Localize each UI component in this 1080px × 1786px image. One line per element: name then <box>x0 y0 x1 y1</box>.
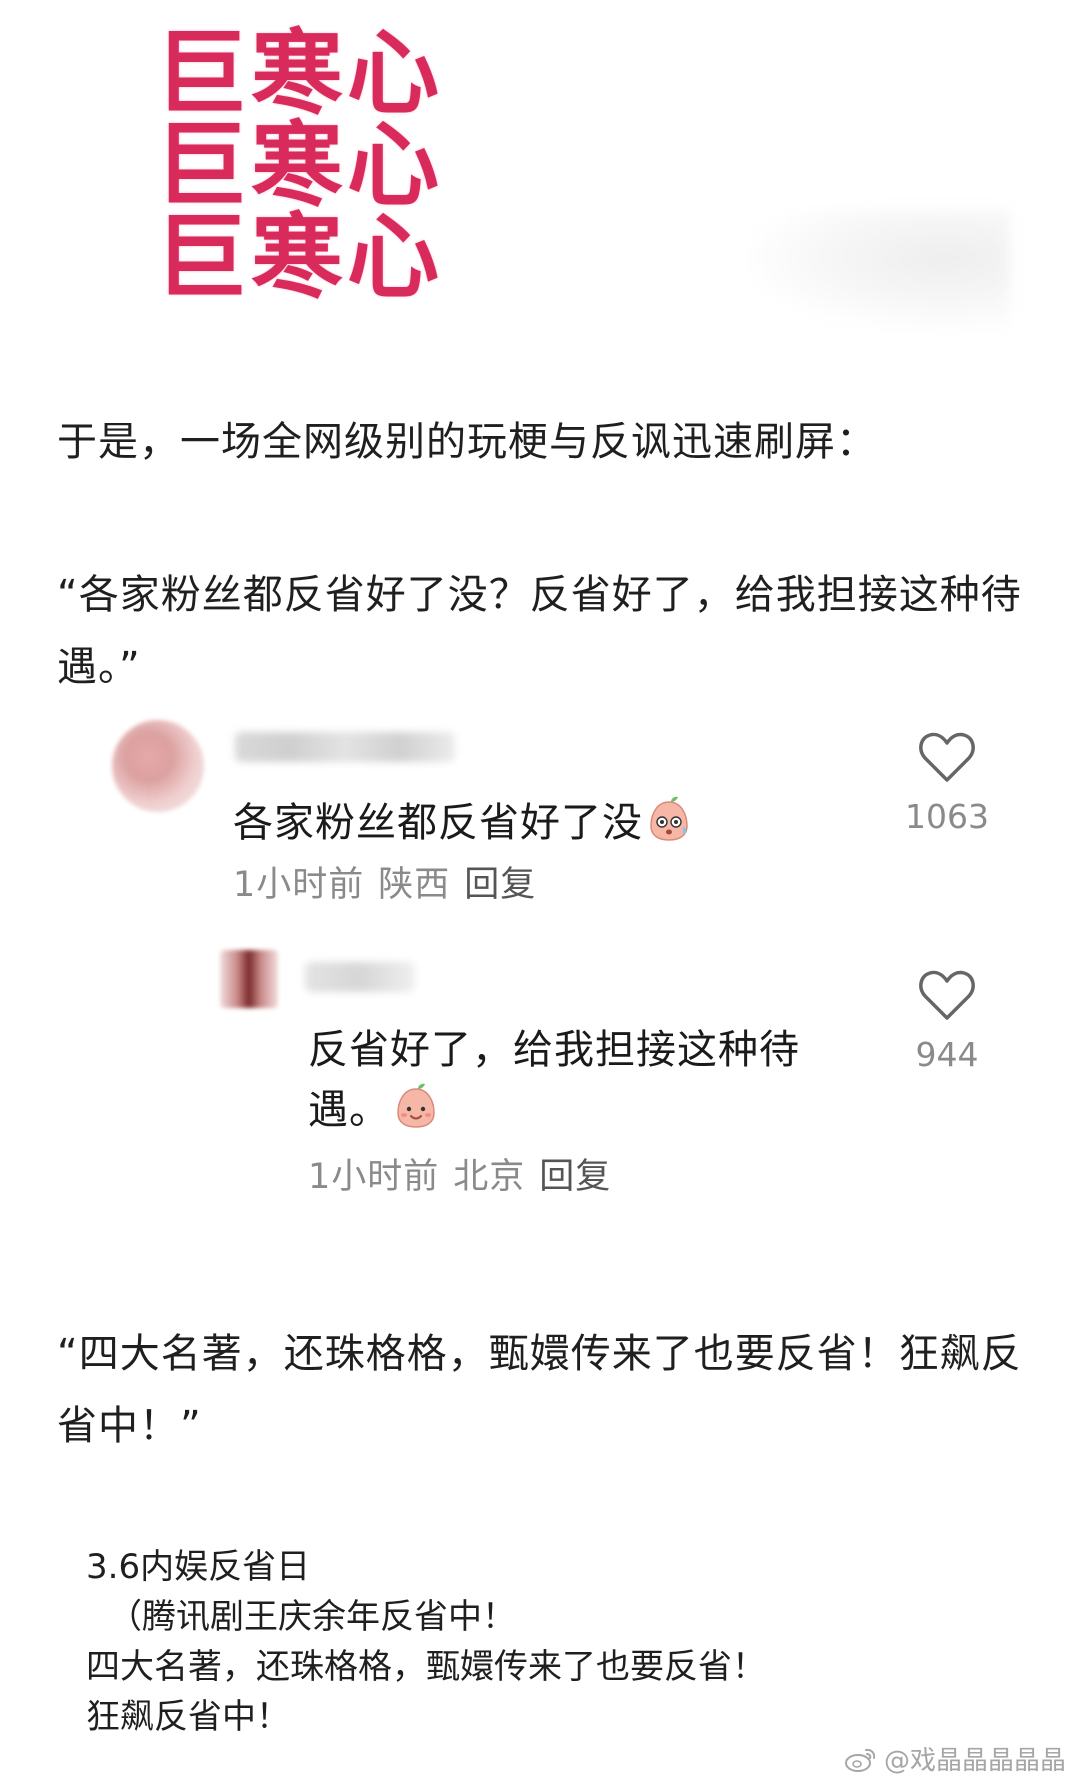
comment-text: 各家粉丝都反省好了没 <box>233 793 691 853</box>
watermark: @戏晶晶晶晶晶 <box>844 1740 1066 1777</box>
comment-location: 北京 <box>453 1157 526 1197</box>
meme-image: 巨寒心 巨寒心 巨寒心 <box>60 10 1020 330</box>
avatar[interactable] <box>112 720 204 812</box>
meme-line: 巨寒心 <box>155 204 444 311</box>
comment-meta: 1小时前 北京 回复 <box>308 1152 625 1202</box>
comment-body: 各家粉丝都反省好了没 <box>233 800 643 846</box>
meme-line: 巨寒心 <box>155 112 444 219</box>
like-count: 1063 <box>905 797 989 836</box>
comment-time: 1小时前 <box>233 865 365 905</box>
comment-meta: 1小时前 陕西 回复 <box>233 860 550 910</box>
heart-icon[interactable] <box>918 968 976 1022</box>
meme-line: 巨寒心 <box>155 20 444 127</box>
like-count: 944 <box>915 1035 979 1074</box>
note-line: （腾讯剧王庆余年反省中！ <box>108 1597 516 1637</box>
weibo-icon <box>844 1748 876 1772</box>
note-line: 狂飙反省中！ <box>86 1697 290 1737</box>
comment-body: 反省好了，给我担接这种待遇。 <box>308 1027 800 1133</box>
smiling-peach-emoji-icon <box>397 1083 435 1128</box>
comment-time: 1小时前 <box>308 1157 440 1197</box>
sweating-peach-emoji-icon <box>650 796 688 841</box>
reply-button[interactable]: 回复 <box>539 1157 611 1197</box>
blurred-username <box>305 962 415 992</box>
watermark-text: @戏晶晶晶晶晶 <box>883 1746 1066 1776</box>
article-paragraph: 于是，一场全网级别的玩梗与反讽迅速刷屏： <box>57 419 877 465</box>
avatar[interactable] <box>220 950 278 1008</box>
blurred-username <box>235 732 455 762</box>
article-quote: “各家粉丝都反省好了没？反省好了，给我担接这种待遇。” <box>57 572 1022 690</box>
note-line: 四大名著，还珠格格，甄嬛传来了也要反省！ <box>86 1647 766 1687</box>
note-screenshot: 3.6内娱反省日 （腾讯剧王庆余年反省中！ 四大名著，还珠格格，甄嬛传来了也要反… <box>86 1542 986 1742</box>
blurred-area <box>750 210 1010 330</box>
reply-button[interactable]: 回复 <box>464 865 536 905</box>
note-line: 3.6内娱反省日 <box>86 1547 311 1587</box>
comment-location: 陕西 <box>378 865 451 905</box>
comment-screenshot: 各家粉丝都反省好了没 1小时前 陕西 回复 1063 反省好了，给我担接这种待遇。 <box>0 700 1080 1220</box>
comment-text: 反省好了，给我担接这种待遇。 <box>308 1020 828 1140</box>
article-quote: “四大名著，还珠格格，甄嬛传来了也要反省！狂飙反省中！” <box>57 1331 1022 1449</box>
heart-icon[interactable] <box>918 730 976 784</box>
